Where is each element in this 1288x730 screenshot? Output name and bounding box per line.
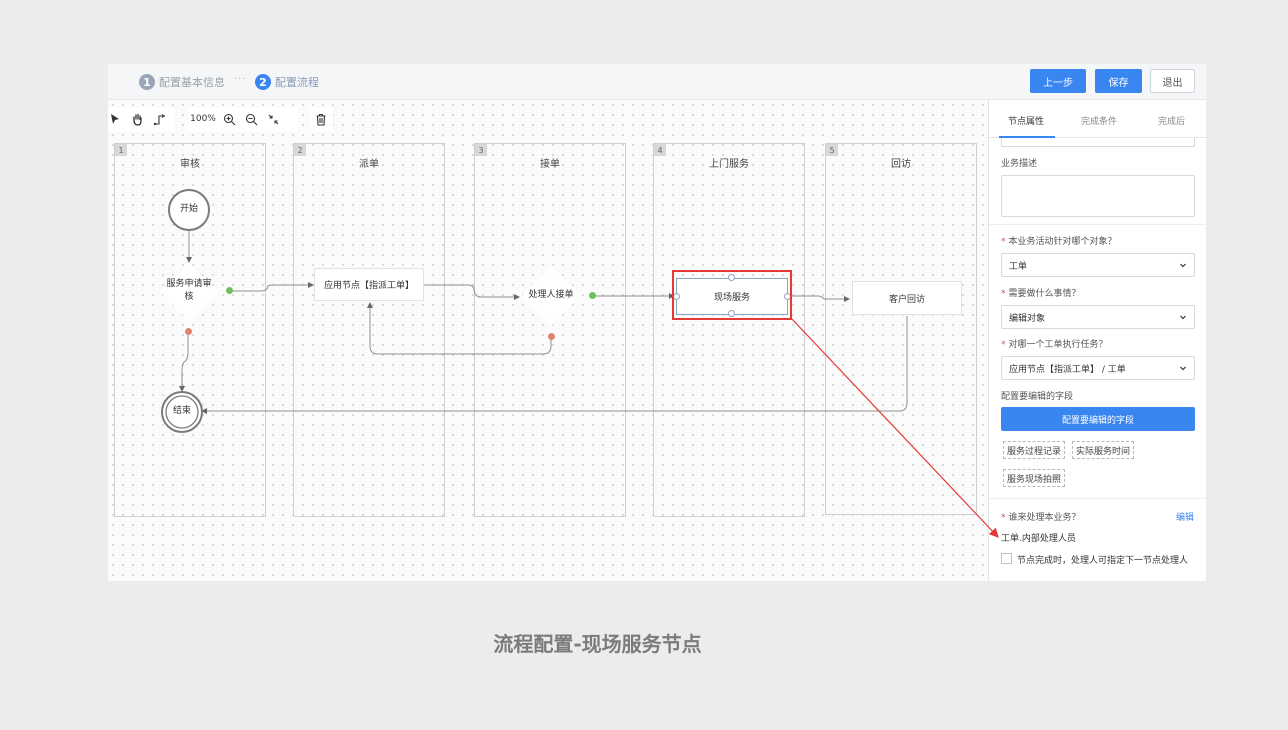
edge-review-dispatch[interactable] — [230, 282, 314, 292]
node-properties-panel: 节点属性 完成条件 完成后 业务描述 * 本业务活动针对哪个对象？ 工单 * 需要做… — [988, 100, 1206, 581]
step-label: 配置流程 — [275, 76, 319, 89]
prev-step-button[interactable]: 上一步 — [1030, 69, 1086, 93]
selected-node-highlight — [672, 270, 792, 320]
config-fields-button[interactable]: 配置要编辑的字段 — [1001, 407, 1195, 431]
divider — [989, 224, 1206, 225]
field-chip[interactable]: 实际服务时间 — [1072, 441, 1134, 459]
task-select[interactable]: 应用节点【指派工单】 / 工单 — [1001, 356, 1195, 380]
object-select[interactable]: 工单 — [1001, 253, 1195, 277]
workflow-editor-screenshot: 1 配置基本信息 ··· 2 配置流程 上一步 保存 退出 100% 1 审核 … — [108, 64, 1206, 581]
desc-label: 业务描述 — [1001, 159, 1038, 169]
accept-node-label: 处理人接单 — [528, 290, 574, 300]
review-fail-port[interactable] — [185, 328, 192, 335]
task-select-value: 应用节点【指派工单】 / 工单 — [1009, 364, 1126, 375]
review-label-line2: 核 — [184, 292, 194, 302]
connector-lines — [160, 189, 908, 433]
object-question: * 本业务活动针对哪个对象？ — [1001, 237, 1117, 247]
step-separator: ··· — [234, 74, 247, 85]
previous-field-box[interactable] — [1001, 138, 1195, 147]
accept-fail-port[interactable] — [548, 333, 555, 340]
tab-complete-conditions[interactable]: 完成条件 — [1081, 114, 1117, 127]
object-select-value: 工单 — [1009, 261, 1028, 272]
exit-button[interactable]: 退出 — [1150, 69, 1195, 93]
review-node-label: 服务申请审 核 — [161, 278, 217, 304]
accept-success-port[interactable] — [589, 292, 596, 299]
revisit-node[interactable]: 客户回访 — [852, 281, 962, 315]
end-node-label: 结束 — [172, 406, 191, 416]
panel-tabs: 节点属性 完成条件 完成后 — [989, 100, 1206, 138]
step-basic-info[interactable]: 1 配置基本信息 — [139, 73, 225, 91]
assign-next-checkbox[interactable] — [1001, 553, 1012, 564]
review-success-port[interactable] — [226, 287, 233, 294]
action-question: * 需要做什么事情？ — [1001, 289, 1081, 299]
edit-handler-link[interactable]: 编辑 — [1176, 510, 1194, 523]
edge-accept-return[interactable] — [367, 302, 552, 355]
divider — [989, 498, 1206, 499]
field-chip[interactable]: 服务过程记录 — [1003, 441, 1065, 459]
chevron-down-icon — [1180, 366, 1186, 371]
task-question: * 对哪一个工单执行任务？ — [1001, 340, 1108, 350]
field-chip[interactable]: 服务现场拍照 — [1003, 469, 1065, 487]
edge-revisit-end[interactable] — [201, 316, 908, 414]
save-button[interactable]: 保存 — [1095, 69, 1142, 93]
edge-dispatch-accept[interactable] — [424, 284, 520, 300]
chevron-down-icon — [1180, 315, 1186, 320]
dispatch-node[interactable]: 应用节点【指派工单】 — [314, 268, 424, 301]
start-node-label: 开始 — [179, 204, 198, 214]
assign-next-label: 节点完成时，处理人可指定下一节点处理人 — [1017, 556, 1189, 566]
step-number: 1 — [139, 74, 155, 90]
step-label: 配置基本信息 — [159, 76, 225, 89]
tab-after-complete[interactable]: 完成后 — [1158, 114, 1185, 127]
fields-label: 配置要编辑的字段 — [1001, 392, 1074, 402]
step-config-flow[interactable]: 2 配置流程 — [255, 73, 319, 91]
step-number: 2 — [255, 74, 271, 90]
figure-caption: 流程配置-现场服务节点 — [493, 632, 702, 656]
handler-question: * 谁来处理本业务？ — [1001, 513, 1081, 523]
tab-node-properties[interactable]: 节点属性 — [1008, 114, 1044, 127]
top-bar: 1 配置基本信息 ··· 2 配置流程 上一步 保存 退出 — [108, 64, 1206, 100]
handler-value: 工单.内部处理人员 — [1001, 534, 1076, 544]
action-select-value: 编辑对象 — [1009, 313, 1046, 324]
flow-canvas[interactable]: 100% 1 审核 2 派单 3 接单 4 上门服务 5 回访 开始 服务申请审… — [108, 100, 988, 581]
edge-review-end[interactable] — [179, 332, 189, 392]
edge-onsite-revisit[interactable] — [789, 295, 850, 302]
desc-textarea[interactable] — [1001, 175, 1195, 217]
review-label-line1: 服务申请审 — [166, 279, 212, 289]
chevron-down-icon — [1180, 263, 1186, 268]
action-select[interactable]: 编辑对象 — [1001, 305, 1195, 329]
